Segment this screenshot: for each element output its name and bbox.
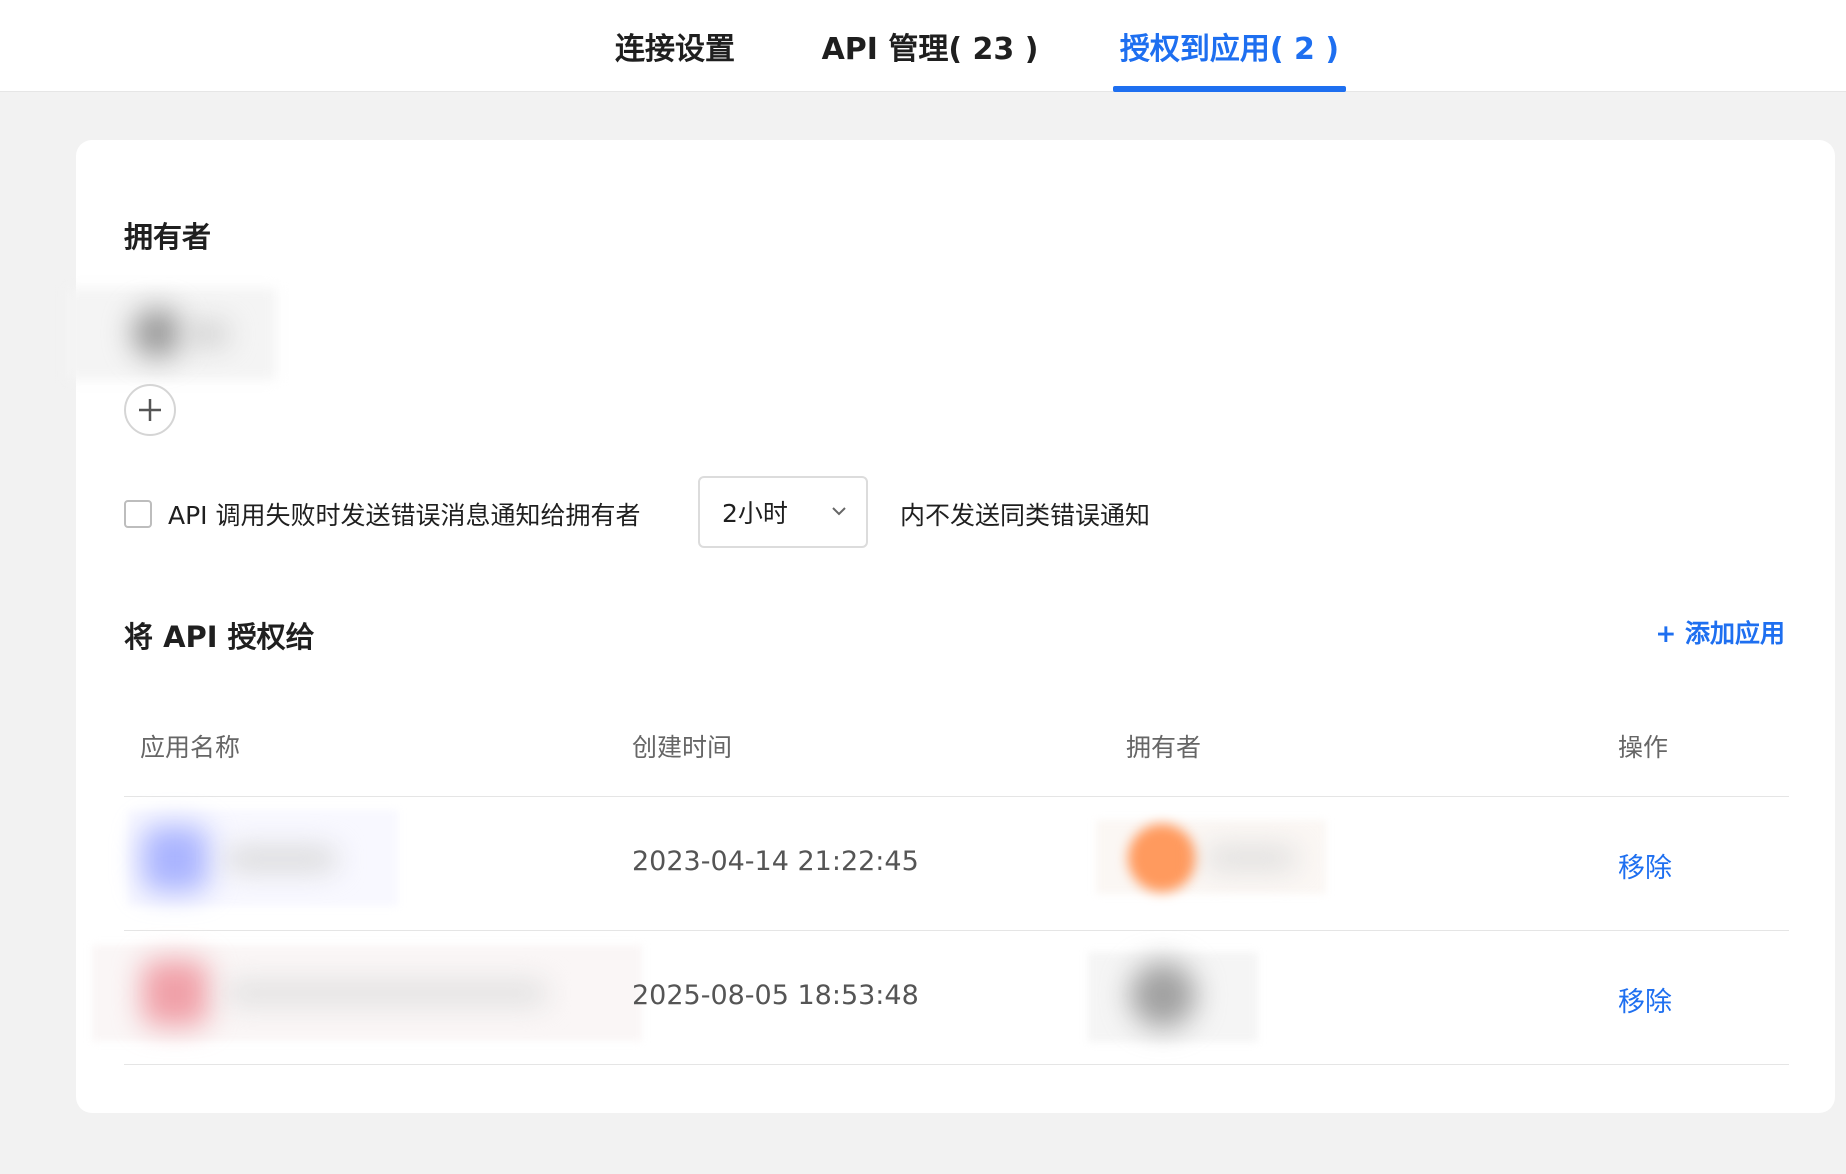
app-icon: [142, 826, 208, 892]
created-at: 2025-08-05 18:53:48: [632, 980, 919, 1011]
active-tab-indicator: [1113, 86, 1346, 92]
remove-button[interactable]: 移除: [1618, 846, 1672, 885]
notify-suffix: 内不发送同类错误通知: [900, 501, 1151, 530]
grant-section-title: 将 API 授权给: [124, 620, 315, 654]
owner-section-title: 拥有者: [124, 220, 212, 254]
app-name: [226, 982, 546, 1004]
created-at: 2023-04-14 21:22:45: [632, 846, 919, 877]
column-header-owner: 拥有者: [1126, 733, 1202, 762]
row-divider: [124, 930, 1789, 931]
notify-checkbox-label: API 调用失败时发送错误消息通知给拥有者: [168, 501, 641, 530]
add-app-button[interactable]: + 添加应用: [1655, 614, 1785, 650]
column-header-created-at: 创建时间: [632, 733, 733, 762]
row-divider: [124, 1064, 1789, 1065]
owner-name: [1206, 848, 1296, 868]
app-icon: [142, 960, 208, 1026]
tab-authorize-to-apps[interactable]: 授权到应用( 2 ): [1113, 0, 1346, 92]
table-header-divider: [124, 796, 1789, 797]
add-owner-button[interactable]: [124, 384, 176, 436]
notify-interval-value: 2小时: [722, 499, 788, 528]
tab-connection-settings[interactable]: 连接设置: [600, 0, 750, 92]
owner-avatar: [1128, 824, 1196, 892]
plus-icon: [139, 399, 161, 421]
column-header-app-name: 应用名称: [140, 733, 241, 762]
notify-interval-select[interactable]: 2小时: [698, 476, 868, 548]
tab-api-management[interactable]: API 管理( 23 ): [822, 0, 1039, 92]
owner-avatar: [1130, 962, 1196, 1028]
column-header-actions: 操作: [1618, 733, 1669, 762]
main-card: 拥有者 API 调用失败时发送错误消息通知给拥有者 2小时 内不发送同类错误通知…: [66, 140, 1835, 1113]
chevron-down-icon: [832, 507, 846, 516]
notify-checkbox[interactable]: [124, 500, 152, 528]
owner-avatar: [132, 308, 182, 358]
remove-button[interactable]: 移除: [1618, 980, 1672, 1019]
tab-bar: 连接设置 API 管理( 23 ) 授权到应用( 2 ): [0, 0, 1846, 92]
app-name: [226, 848, 336, 870]
owner-name: [188, 324, 228, 344]
